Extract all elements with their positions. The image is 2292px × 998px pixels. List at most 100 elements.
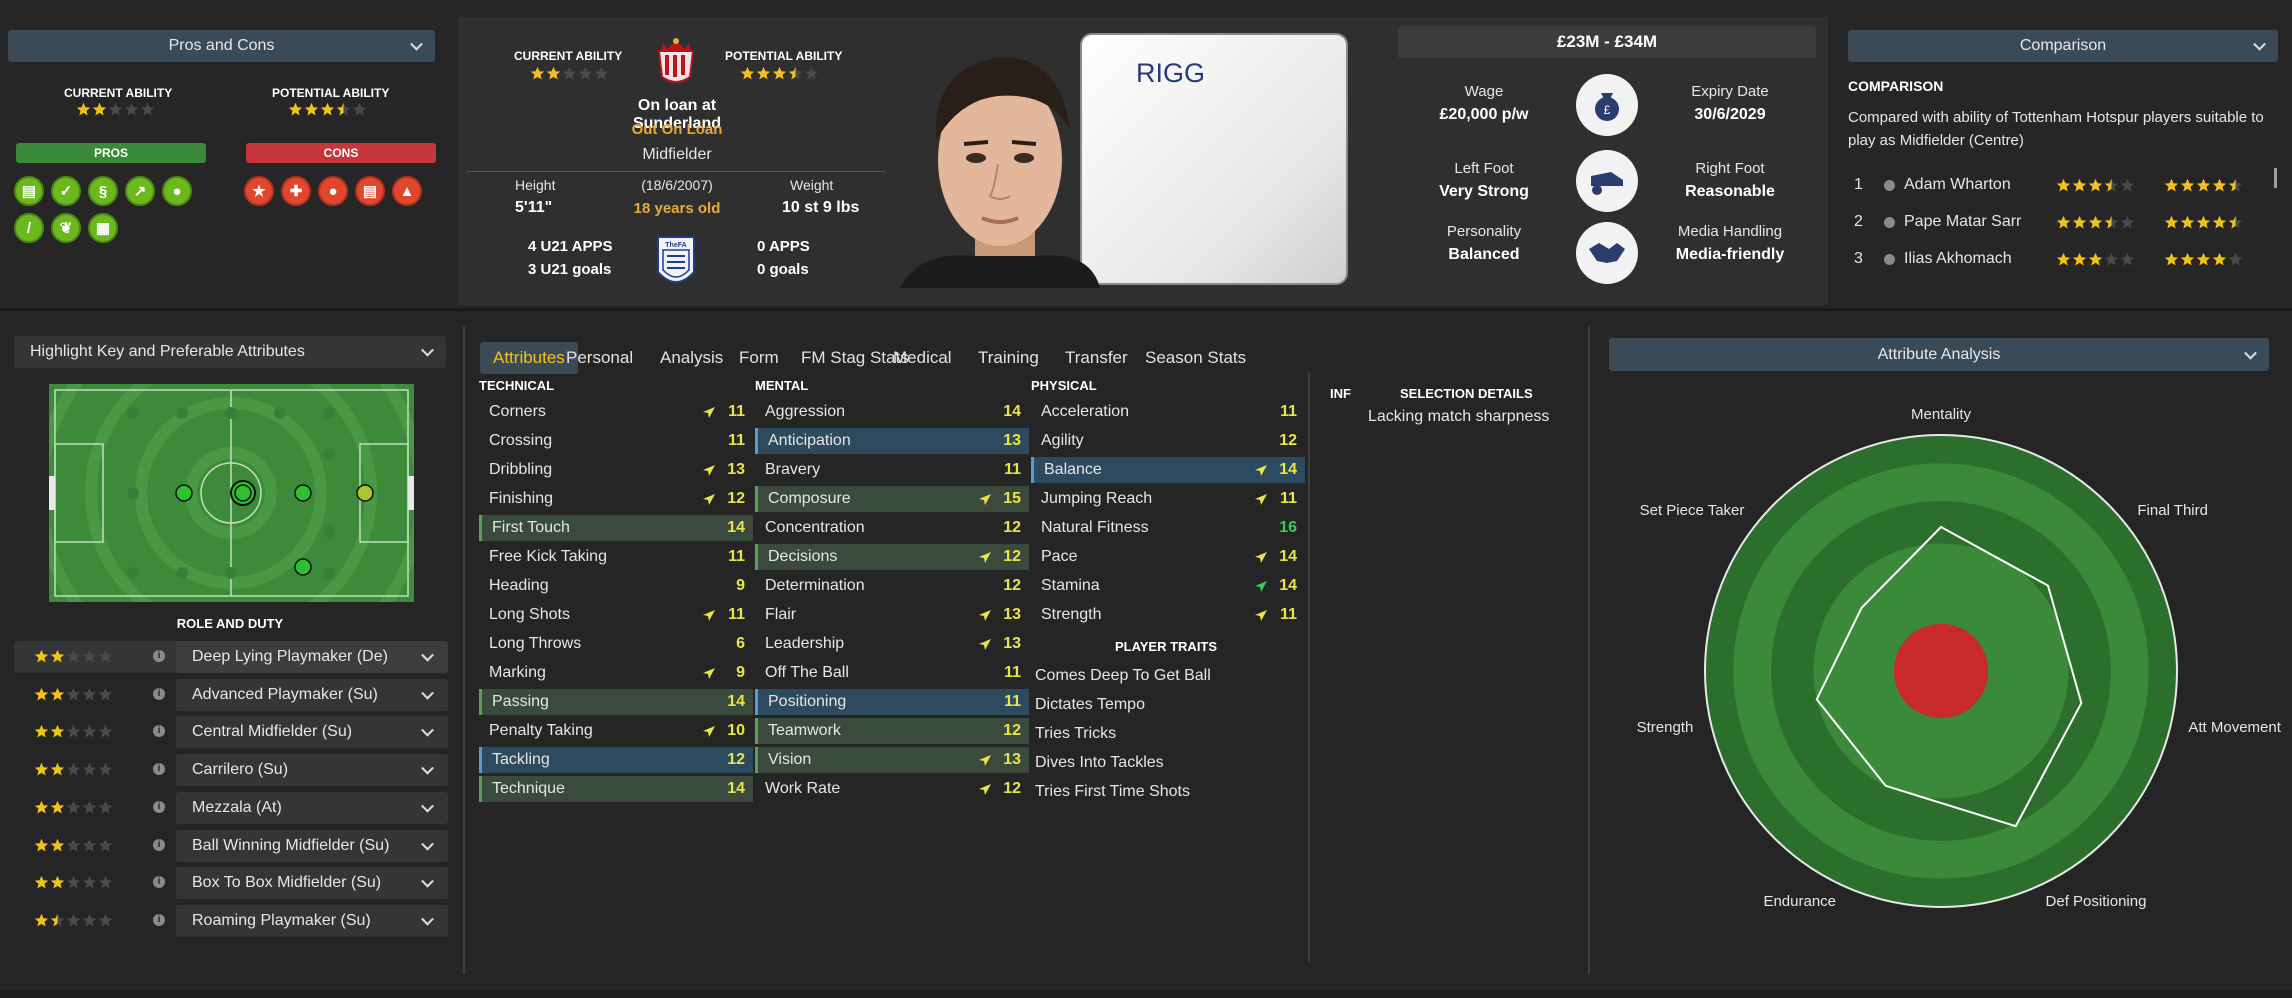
chevron-down-icon	[421, 648, 434, 662]
attribute-row[interactable]: Passing 14	[479, 689, 753, 715]
attribute-row[interactable]: Long Throws 6	[479, 631, 753, 657]
info-icon[interactable]: i	[153, 650, 165, 662]
tab-form[interactable]: Form	[726, 342, 792, 374]
attribute-row[interactable]: Free Kick Taking 11	[479, 544, 753, 570]
role-row[interactable]: i Advanced Playmaker (Su)	[14, 678, 448, 711]
info-icon[interactable]: i	[153, 687, 165, 700]
contract-icon[interactable]: ▤	[355, 176, 385, 206]
attribute-row[interactable]: Crossing 11	[479, 428, 753, 454]
attribute-row[interactable]: Pace 14	[1031, 544, 1305, 570]
tab-training[interactable]: Training	[965, 342, 1052, 374]
document-icon[interactable]: ▤	[14, 176, 44, 206]
clipboard-icon[interactable]: ▦	[88, 213, 118, 243]
tab-personal[interactable]: Personal	[553, 342, 646, 374]
attribute-row[interactable]: Stamina 14	[1031, 573, 1305, 599]
role-row[interactable]: i Carrilero (Su)	[14, 754, 448, 787]
attribute-row[interactable]: Jumping Reach 11	[1031, 486, 1305, 512]
attribute-name: Marking	[489, 664, 546, 681]
attribute-row[interactable]: Penalty Taking 10	[479, 718, 753, 744]
attribute-row[interactable]: Anticipation 13	[755, 428, 1029, 454]
attribute-row[interactable]: Dribbling 13	[479, 457, 753, 483]
attribute-row[interactable]: Corners 11	[479, 399, 753, 425]
bandage-icon[interactable]: /	[14, 213, 44, 243]
highlight-attributes-dropdown[interactable]: Highlight Key and Preferable Attributes	[14, 336, 446, 368]
role-dropdown[interactable]: Central Midfielder (Su)	[176, 716, 448, 749]
radar-axis-label: Strength	[1636, 718, 1694, 736]
attribute-row[interactable]: Off The Ball 11	[755, 660, 1029, 686]
attribute-row[interactable]: Natural Fitness 16	[1031, 515, 1305, 541]
info-icon[interactable]: i	[153, 876, 165, 889]
trend-up-icon[interactable]: ↗	[125, 176, 155, 206]
head-brain-icon[interactable]: ●	[162, 176, 192, 206]
info-icon[interactable]: i	[153, 800, 165, 813]
info-icon[interactable]: i	[153, 838, 165, 851]
attribute-row[interactable]: Positioning 11	[755, 689, 1029, 715]
role-dropdown[interactable]: Mezzala (At)	[176, 791, 448, 824]
comparison-row[interactable]: 3 Ilias Akhomach	[1848, 244, 2268, 274]
document-check-icon[interactable]: ✓	[51, 176, 81, 206]
flask-icon[interactable]: ▲	[392, 176, 422, 206]
attribute-row[interactable]: Determination 12	[755, 573, 1029, 599]
info-icon[interactable]: i	[153, 763, 165, 776]
attribute-row[interactable]: Vision 13	[755, 747, 1029, 773]
attribute-row[interactable]: Concentration 12	[755, 515, 1029, 541]
comparison-row[interactable]: 1 Adam Wharton	[1848, 170, 2268, 200]
role-dropdown[interactable]: Advanced Playmaker (Su)	[176, 678, 448, 711]
role-row[interactable]: i Box To Box Midfielder (Su)	[14, 867, 448, 900]
tab-season-stats[interactable]: Season Stats	[1132, 342, 1259, 374]
attribute-row[interactable]: Acceleration 11	[1031, 399, 1305, 425]
attribute-name: First Touch	[492, 519, 570, 536]
attribute-row[interactable]: Marking 9	[479, 660, 753, 686]
attribute-row[interactable]: Teamwork 12	[755, 718, 1029, 744]
star-icon[interactable]: ★	[244, 176, 274, 206]
info-icon[interactable]: i	[153, 913, 165, 926]
star-icon	[82, 649, 97, 663]
attribute-row[interactable]: Decisions 12	[755, 544, 1029, 570]
pros-cons-dropdown[interactable]: Pros and Cons	[8, 30, 435, 62]
role-dropdown[interactable]: Ball Winning Midfielder (Su)	[176, 829, 448, 862]
attribute-row[interactable]: Flair 13	[755, 602, 1029, 628]
attribute-row[interactable]: Agility 12	[1031, 428, 1305, 454]
role-row[interactable]: i Deep Lying Playmaker (De)	[14, 641, 448, 673]
footprint-icon[interactable]: ●	[318, 176, 348, 206]
tab-transfer[interactable]: Transfer	[1052, 342, 1141, 374]
attribute-row[interactable]: Long Shots 11	[479, 602, 753, 628]
star-icon	[66, 762, 81, 776]
attribute-row[interactable]: Bravery 11	[755, 457, 1029, 483]
role-dropdown[interactable]: Carrilero (Su)	[176, 754, 448, 787]
role-row[interactable]: i Mezzala (At)	[14, 791, 448, 824]
attribute-row[interactable]: Strength 11	[1031, 602, 1305, 628]
leaf-icon[interactable]: ❦	[51, 213, 81, 243]
star-icon	[2120, 215, 2135, 228]
dna-icon[interactable]: §	[88, 176, 118, 206]
attribute-row[interactable]: Composure 15	[755, 486, 1029, 512]
attribute-row[interactable]: Balance 14	[1031, 457, 1305, 483]
attribute-row[interactable]: Work Rate 12	[755, 776, 1029, 802]
role-dropdown[interactable]: Box To Box Midfielder (Su)	[176, 867, 448, 900]
attribute-name: Passing	[492, 693, 549, 710]
attribute-row[interactable]: Finishing 12	[479, 486, 753, 512]
attribute-row[interactable]: Aggression 14	[755, 399, 1029, 425]
attribute-name: Flair	[765, 606, 797, 623]
role-dropdown[interactable]: Deep Lying Playmaker (De)	[176, 641, 448, 673]
comparison-scrollbar[interactable]	[2274, 168, 2277, 188]
medical-cross-icon[interactable]: ✚	[281, 176, 311, 206]
attribute-value: 11	[1280, 606, 1297, 623]
role-row[interactable]: i Ball Winning Midfielder (Su)	[14, 829, 448, 862]
attribute-analysis-dropdown[interactable]: Attribute Analysis	[1609, 338, 2269, 371]
attribute-name: Balance	[1044, 461, 1102, 478]
role-row[interactable]: i Roaming Playmaker (Su)	[14, 904, 448, 937]
attribute-row[interactable]: Technique 14	[479, 776, 753, 802]
info-icon[interactable]: i	[153, 725, 165, 738]
attribute-row[interactable]: Heading 9	[479, 573, 753, 599]
tab-medical[interactable]: Medical	[880, 342, 965, 374]
attribute-row[interactable]: Leadership 13	[755, 631, 1029, 657]
attribute-row[interactable]: Tackling 12	[479, 747, 753, 773]
comparison-row[interactable]: 2 Pape Matar Sarr	[1848, 207, 2268, 237]
attribute-row[interactable]: First Touch 14	[479, 515, 753, 541]
star-icon	[788, 66, 803, 80]
role-row[interactable]: i Central Midfielder (Su)	[14, 716, 448, 749]
comparison-dropdown[interactable]: Comparison	[1848, 30, 2278, 62]
tab-analysis[interactable]: Analysis	[647, 342, 736, 374]
role-dropdown[interactable]: Roaming Playmaker (Su)	[176, 904, 448, 937]
